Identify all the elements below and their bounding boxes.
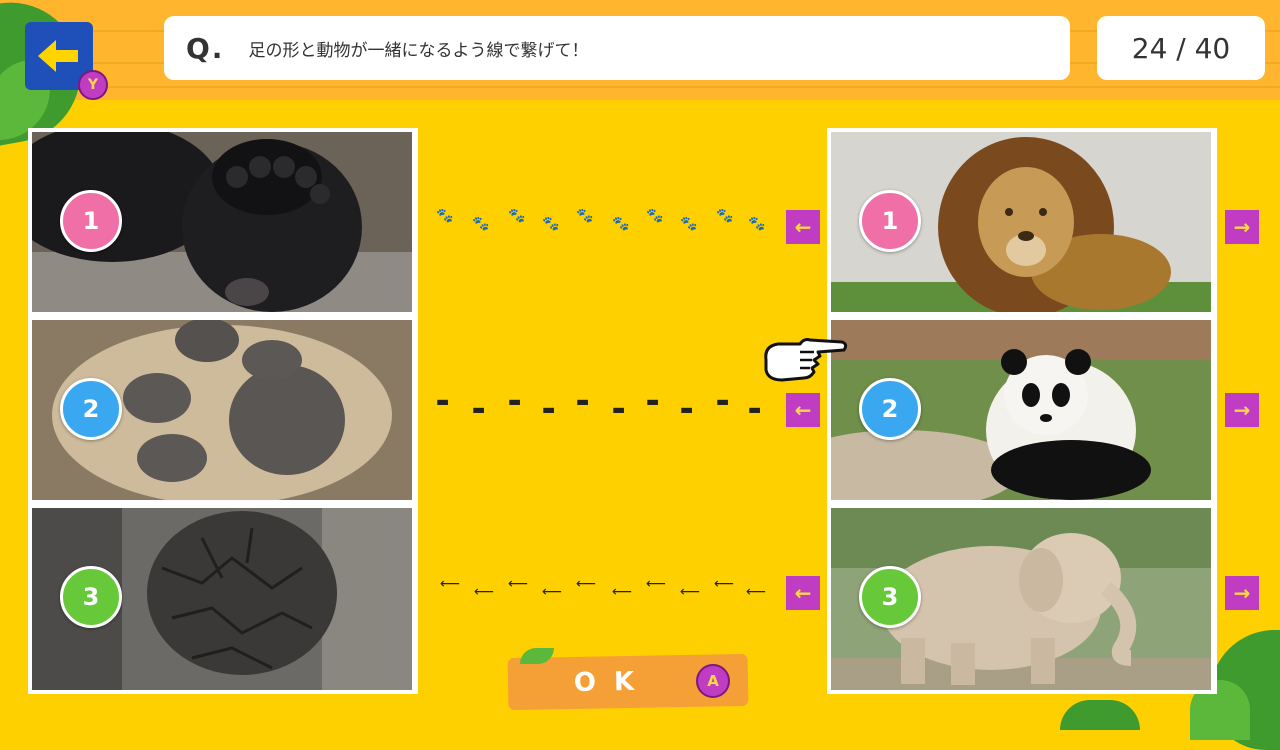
ok-label: OK xyxy=(573,666,653,698)
elephant-photo[interactable]: 3 xyxy=(831,508,1211,690)
feet-panel: 1 2 3 xyxy=(28,128,418,694)
question-mark: Q. xyxy=(186,31,225,65)
progress-counter: 24 / 40 xyxy=(1097,16,1265,80)
panda-photo[interactable]: 2 xyxy=(831,320,1211,500)
lion-paw-photo[interactable]: 2 xyxy=(32,320,412,500)
back-arrow-icon xyxy=(38,40,78,72)
animal-number-1: 1 xyxy=(859,190,921,252)
foot-number-1: 1 xyxy=(60,190,122,252)
animal-number-3: 3 xyxy=(859,566,921,628)
bird-print-trail: ⟵ ⟵ ⟵ ⟵ ⟵ ⟵ ⟵ ⟵ ⟵ ⟵ xyxy=(440,576,767,600)
hoof-print-trail: ▬ ▬ ▬ ▬ ▬ ▬ ▬ ▬ ▬ ▬ xyxy=(436,394,762,418)
connect-left-arrow-3[interactable]: ← xyxy=(786,576,820,610)
paw-print-trail: 🐾 🐾 🐾 🐾 🐾 🐾 🐾 🐾 🐾 🐾 xyxy=(436,208,766,232)
elephant-foot-photo[interactable]: 3 xyxy=(32,508,412,690)
foot-number-3: 3 xyxy=(60,566,122,628)
connect-left-arrow-2[interactable]: ← xyxy=(786,393,820,427)
pointing-hand-cursor-icon xyxy=(764,338,848,382)
connect-right-arrow-2[interactable]: → xyxy=(1225,393,1259,427)
animal-number-2: 2 xyxy=(859,378,921,440)
animals-panel: 1 2 3 xyxy=(827,128,1217,694)
a-button-badge: A xyxy=(696,664,730,698)
connect-left-arrow-1[interactable]: ← xyxy=(786,210,820,244)
foot-number-2: 2 xyxy=(60,378,122,440)
connect-right-arrow-1[interactable]: → xyxy=(1225,210,1259,244)
question-text: 足の形と動物が一緒になるよう線で繋げて！ xyxy=(248,40,589,61)
bear-paw-photo[interactable]: 1 xyxy=(32,132,412,312)
lion-photo[interactable]: 1 xyxy=(831,132,1211,312)
connect-right-arrow-3[interactable]: → xyxy=(1225,576,1259,610)
jungle-leaf-decoration xyxy=(1060,700,1140,730)
y-button-badge: Y xyxy=(78,70,108,100)
question-box: Q. 足の形と動物が一緒になるよう線で繋げて！ xyxy=(164,16,1070,80)
